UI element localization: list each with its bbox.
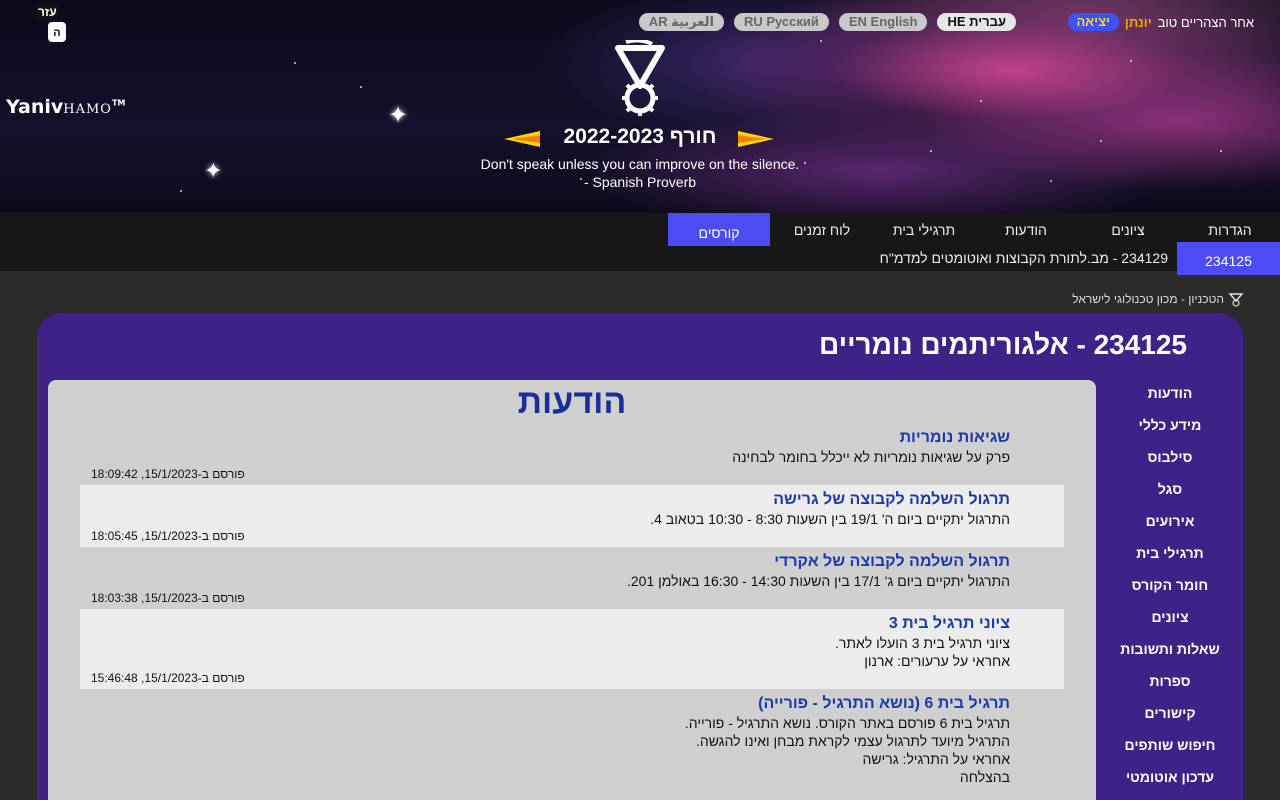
quote-text: Don't speak unless you can improve on th… [480,156,800,172]
lang-he-button[interactable]: HE עברית [937,13,1016,31]
quote: Don't speak unless you can improve on th… [440,155,840,191]
side-item-literature[interactable]: ספרות [1097,665,1243,697]
page-title: 234125 - אלגוריתמים נומריים [819,329,1187,360]
side-item-events[interactable]: אירועים [1097,505,1243,537]
announcement-item: תרגיל בית 6 (נושא התרגיל - פורייה) תרגיל… [80,689,1064,789]
greeting-text: אחר הצהריים טוב [1157,14,1254,30]
course-tab-234129[interactable]: 234129 - מב.לתורת הקבוצות ואוטומטים למדמ… [880,250,1168,266]
announcement-body-line: ציוני תרגיל בית 3 הועלו לאתר. [834,635,1010,651]
announcement-title[interactable]: תרגול השלמה לקבוצה של אקרדי [91,552,1010,572]
announcement-body-line: התרגול יתקיים ביום ה' 19/1 בין השעות 8:3… [650,511,1010,527]
announcement-body-line: בהצלחה [959,769,1010,785]
announcement-body-line: פרק על שגיאות נומריות לא ייכלל בחומר לבח… [732,449,1010,465]
announcement-date: פורסם ב-15/1/2023, 18:05:45 [91,529,245,543]
breadcrumb[interactable]: הטכניון - מכון טכנולוגי לישראל [1072,291,1244,307]
announcement-date: פורסם ב-15/1/2023, 15:46:48 [91,671,245,685]
announcement-title[interactable]: שגיאות נומריות [91,428,1010,448]
header-banner: ✦ ✦ עזר ה YanivHAMOTM HE עברית EN Englis… [0,0,1280,213]
announcement-title[interactable]: תרגיל בית 6 (נושא התרגיל - פורייה) [91,694,1010,714]
announcement-item: ציוני תרגיל בית 3 ציוני תרגיל בית 3 הועל… [80,609,1064,689]
lang-ar-button[interactable]: AR العربية [638,13,724,31]
side-item-course-material[interactable]: חומר הקורס [1097,569,1243,601]
course-side-menu: הודעות מידע כללי סילבוס סגל אירועים תרגי… [1097,377,1243,793]
main-nav: הגדרות ציונים הודעות תרגילי בית לוח זמני… [0,213,1280,275]
side-item-links[interactable]: קישורים [1097,697,1243,729]
side-item-auto-update[interactable]: עדכון אוטומטי [1097,761,1243,793]
nav-announcements[interactable]: הודעות [976,213,1076,246]
help-logo[interactable]: עזר ה [36,4,70,42]
next-semester-arrow-icon[interactable] [738,131,774,147]
announcement-item: שגיאות נומריות פרק על שגיאות נומריות לא … [80,427,1064,485]
side-item-general-info[interactable]: מידע כללי [1097,409,1243,441]
course-panel: 234125 - אלגוריתמים נומריים הודעות מידע … [37,313,1243,800]
announcement-item: תרגול השלמה לקבוצה של גרישה התרגול יתקיי… [80,485,1064,547]
announcement-date: פורסם ב-15/1/2023, 18:09:42 [91,467,245,481]
quote-author: - Spanish Proverb [583,174,697,190]
announcement-title[interactable]: ציוני תרגיל בית 3 [91,614,1010,634]
user-bar: יציאה יונתן אחר הצהריים טוב [1067,13,1254,31]
nav-schedule[interactable]: לוח זמנים [772,213,872,246]
announcement-body-line: התרגול יתקיים ביום ג' 17/1 בין השעות 14:… [627,573,1010,589]
announcements-panel: הודעות שגיאות נומריות פרק על שגיאות נומר… [48,380,1096,800]
breadcrumb-label: הטכניון - מכון טכנולוגי לישראל [1072,292,1224,306]
technion-small-icon [1228,293,1244,307]
side-item-staff[interactable]: סגל [1097,473,1243,505]
star-decoration: ✦ [204,158,223,183]
nav-grades[interactable]: ציונים [1078,213,1178,246]
lang-ru-button[interactable]: RU Русский [733,13,829,31]
language-switcher: HE עברית EN English RU Русский AR العربي… [638,13,1016,31]
announcement-body-line: אחראי על ערעורים: ארנון [864,653,1010,669]
help-label-bottom: ה [48,22,66,42]
announcement-body-line: תרגיל בית 6 פורסם באתר הקורס. נושא התרגי… [684,715,1010,731]
lang-en-button[interactable]: EN English [838,13,928,31]
logout-button[interactable]: יציאה [1067,13,1119,31]
side-item-announcements[interactable]: הודעות [1097,377,1243,409]
announcement-title[interactable]: תרגול השלמה לקבוצה של גרישה [91,490,1010,510]
technion-logo-icon [615,40,665,116]
help-label: עזר [36,4,59,20]
side-item-partner-search[interactable]: חיפוש שותפים [1097,729,1243,761]
announcement-body-line: התרגיל מיועד לתרגול עצמי לקראת מבחן ואינ… [695,733,1010,749]
announcement-date: פורסם ב-15/1/2023, 18:03:38 [91,591,245,605]
brand-logo: YanivHAMOTM [6,96,126,118]
nav-homework[interactable]: תרגילי בית [874,213,974,246]
side-item-grades[interactable]: ציונים [1097,601,1243,633]
username: יונתן [1124,14,1152,30]
announcement-body-line: אחראי על התרגיל: גרישה [862,751,1010,767]
side-item-syllabus[interactable]: סילבוס [1097,441,1243,473]
nav-courses[interactable]: קורסים [668,213,770,246]
side-item-faq[interactable]: שאלות ותשובות [1097,633,1243,665]
course-tab-234125[interactable]: 234125 [1177,242,1280,275]
announcement-item: תרגול השלמה לקבוצה של אקרדי התרגול יתקיי… [80,547,1064,609]
side-item-homework[interactable]: תרגילי בית [1097,537,1243,569]
star-decoration: ✦ [388,102,409,129]
announcements-title: הודעות [517,383,627,421]
